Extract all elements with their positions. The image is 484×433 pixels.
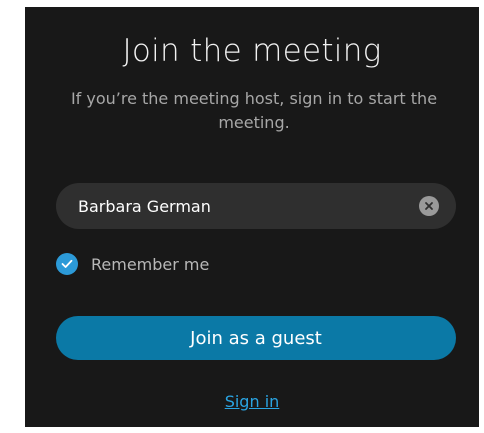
sign-in-link[interactable]: Sign in <box>225 392 280 411</box>
clear-icon[interactable] <box>419 196 439 216</box>
dialog-subtitle: If you’re the meeting host, sign in to s… <box>70 89 438 132</box>
name-input[interactable] <box>78 183 398 229</box>
name-field-container <box>56 183 456 229</box>
remember-me-label: Remember me <box>91 254 210 274</box>
remember-me-checkbox[interactable]: Remember me <box>56 252 209 276</box>
clear-x-icon <box>425 202 433 210</box>
join-as-guest-button[interactable]: Join as a guest <box>56 316 456 360</box>
sign-in-link-container: Sign in <box>25 392 479 411</box>
checkmark-icon <box>56 253 78 275</box>
join-meeting-dialog: Join the meeting If you’re the meeting h… <box>25 7 479 427</box>
dialog-title: Join the meeting <box>122 33 382 69</box>
